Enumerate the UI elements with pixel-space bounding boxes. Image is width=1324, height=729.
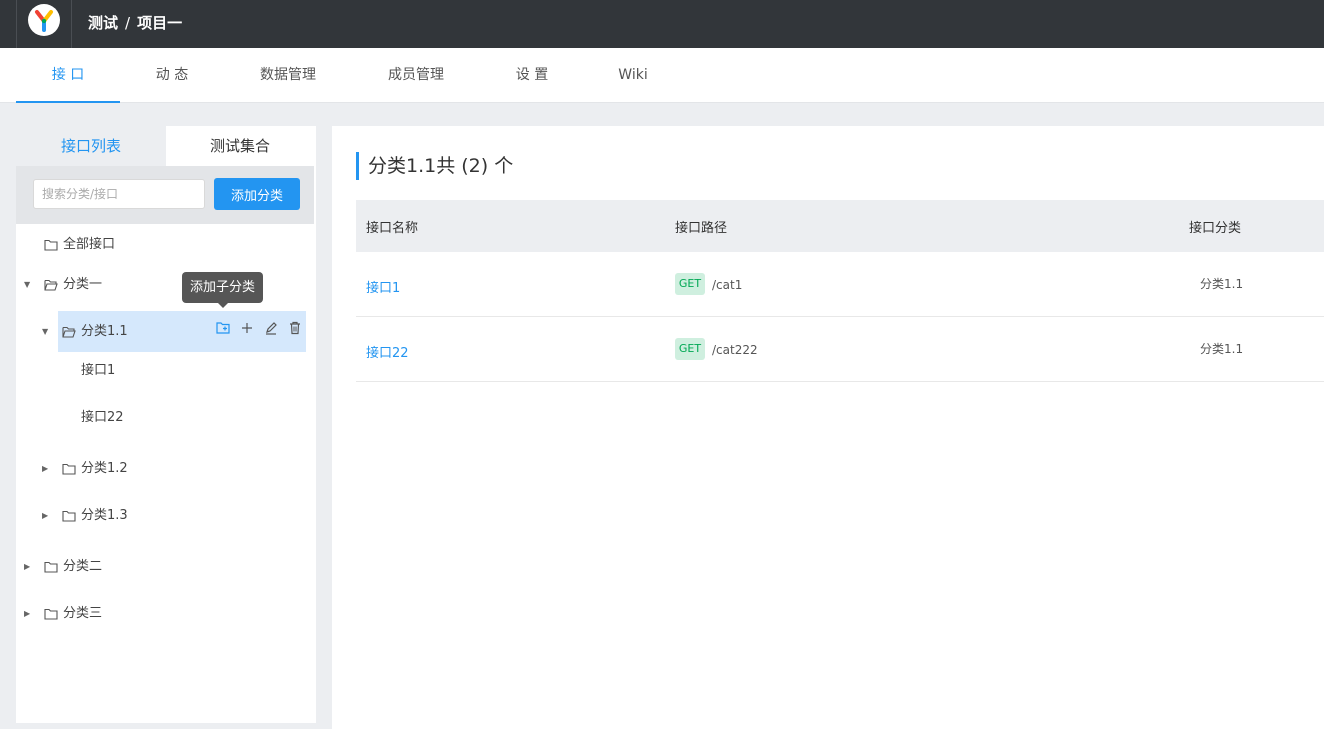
tree-label: 接口22 xyxy=(81,410,124,425)
tree-label: 分类一 xyxy=(63,277,103,292)
api-category: 分类1.1 xyxy=(1200,342,1244,356)
breadcrumb-group[interactable]: 测试 xyxy=(88,14,118,32)
search-input[interactable] xyxy=(33,179,205,209)
method-badge: GET xyxy=(675,273,705,295)
top-bar: 测试 / 项目一 xyxy=(0,0,1324,48)
api-name-link[interactable]: 接口22 xyxy=(366,342,409,361)
caret-right-icon[interactable]: ▶ xyxy=(42,504,50,528)
api-category: 分类1.1 xyxy=(1200,277,1244,291)
plus-icon[interactable] xyxy=(240,321,254,335)
add-subfolder-icon[interactable] xyxy=(216,321,231,335)
tree-label: 分类1.2 xyxy=(81,461,128,476)
tab-activity[interactable]: 动 态 xyxy=(140,48,204,103)
delete-icon[interactable] xyxy=(288,321,302,335)
breadcrumb: 测试 / 项目一 xyxy=(88,12,182,32)
tree-label: 接口1 xyxy=(81,363,116,378)
folder-icon xyxy=(62,463,76,475)
interface-list-panel: 分类1.1共 (2) 个 接口名称 接口路径 接口分类 接口1 GET /cat… xyxy=(332,126,1324,729)
project-tabs: 接 口 动 态 数据管理 成员管理 设 置 Wiki xyxy=(0,48,1324,103)
add-category-button[interactable]: 添加分类 xyxy=(214,178,300,210)
tree-label: 全部接口 xyxy=(63,237,116,252)
tab-settings[interactable]: 设 置 xyxy=(504,48,560,103)
table-row: 接口22 GET /cat222 分类1.1 xyxy=(356,317,1324,382)
tab-test-collection[interactable]: 测试集合 xyxy=(166,126,314,166)
column-header-category[interactable]: 接口分类 xyxy=(1189,217,1241,236)
api-name-link[interactable]: 接口1 xyxy=(366,277,400,296)
tab-member-management[interactable]: 成员管理 xyxy=(378,48,454,103)
tree-label: 分类1.3 xyxy=(81,508,128,523)
caret-down-icon[interactable]: ▼ xyxy=(42,320,48,344)
tree-label: 分类三 xyxy=(63,606,103,621)
tree-label: 分类1.1 xyxy=(81,324,128,339)
folder-icon xyxy=(44,561,58,573)
tooltip-add-subcategory: 添加子分类 xyxy=(182,272,263,308)
sidebar-toolbar: 添加分类 xyxy=(16,166,314,224)
column-header-path[interactable]: 接口路径 xyxy=(675,217,727,236)
folder-open-icon xyxy=(62,326,76,338)
column-header-name[interactable]: 接口名称 xyxy=(366,217,418,236)
breadcrumb-project[interactable]: 项目一 xyxy=(137,14,182,32)
tab-data-management[interactable]: 数据管理 xyxy=(250,48,326,103)
caret-right-icon[interactable]: ▶ xyxy=(42,457,50,481)
tree-label: 分类二 xyxy=(63,559,103,574)
logo-cell[interactable] xyxy=(16,0,72,48)
api-path: /cat222 xyxy=(712,343,758,357)
table-row: 接口1 GET /cat1 分类1.1 xyxy=(356,252,1324,317)
tab-interface[interactable]: 接 口 xyxy=(16,48,120,103)
interface-sidebar: 接口列表 测试集合 添加分类 全部接口 ▼ 分类一 ▼ 分类1.1 添加子分类 … xyxy=(16,126,316,723)
caret-down-icon[interactable]: ▼ xyxy=(24,273,32,297)
tree-item-category-1-1[interactable]: ▼ 分类1.1 xyxy=(42,311,306,352)
folder-open-icon xyxy=(44,279,58,291)
api-path: /cat1 xyxy=(712,278,743,292)
folder-icon xyxy=(44,239,58,251)
tab-interface-list[interactable]: 接口列表 xyxy=(16,126,166,166)
edit-icon[interactable] xyxy=(264,321,278,335)
panel-title: 分类1.1共 (2) 个 xyxy=(356,152,513,180)
caret-right-icon[interactable]: ▶ xyxy=(24,602,32,626)
method-badge: GET xyxy=(675,338,705,360)
tab-wiki[interactable]: Wiki xyxy=(608,48,658,103)
folder-icon xyxy=(62,510,76,522)
yapi-logo-icon[interactable] xyxy=(28,4,60,36)
caret-right-icon[interactable]: ▶ xyxy=(24,555,32,579)
breadcrumb-separator: / xyxy=(125,14,131,32)
table-header: 接口名称 接口路径 接口分类 xyxy=(356,200,1324,252)
folder-icon xyxy=(44,608,58,620)
